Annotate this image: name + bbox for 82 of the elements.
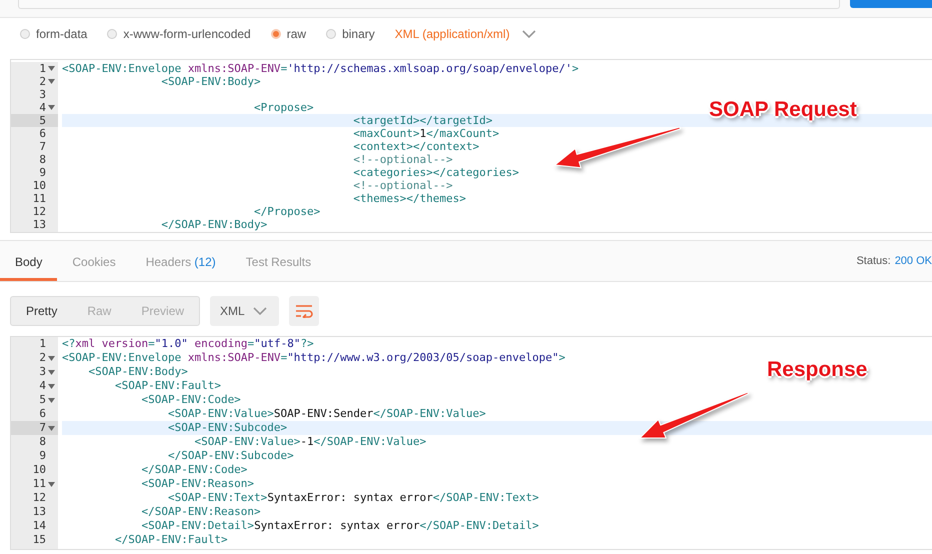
code-line: <themes></themes>	[352, 192, 466, 205]
line-number: 5	[39, 393, 46, 407]
radio-option[interactable]: binary	[326, 27, 375, 41]
line-number: 11	[32, 192, 46, 205]
line-number: 9	[39, 449, 46, 463]
line-number: 7	[39, 421, 46, 435]
view-mode-button[interactable]: Pretty	[11, 297, 72, 325]
line-number: 12	[32, 205, 46, 218]
line-number: 13	[32, 505, 46, 519]
format-dropdown[interactable]: XML	[210, 296, 279, 326]
code-line: <!--optional-->	[352, 153, 453, 166]
code-line: <context></context>	[352, 140, 480, 153]
code-line: <SOAP-ENV:Text>SyntaxError: syntax error</SOAP-ENV:Text>	[166, 491, 539, 505]
code-line: <categories></categories>	[352, 166, 519, 179]
response-editor[interactable]	[10, 336, 932, 550]
code-line: </SOAP-ENV:Code>	[140, 463, 248, 477]
annotation-label: SOAP Request	[709, 98, 857, 122]
code-line: <maxCount>1</maxCount>	[352, 127, 500, 140]
code-line: </Propose>	[253, 205, 320, 218]
code-line: <SOAP-ENV:Reason>	[140, 477, 254, 491]
code-line: </SOAP-ENV:Body>	[160, 218, 268, 231]
radio-option[interactable]: raw	[270, 27, 306, 41]
chevron-icon	[522, 30, 536, 38]
fold-caret-icon	[48, 356, 54, 360]
annotation-label: Response	[767, 358, 868, 382]
fold-caret-icon	[48, 426, 54, 430]
chevron-icon	[252, 307, 267, 315]
line-number: 12	[32, 491, 46, 505]
code-line: <SOAP-ENV:Fault>	[114, 379, 221, 393]
code-line: <SOAP-ENV:Envelope xmlns:SOAP-ENV="http://www.w3.org/2003/05/soap-envelope">	[62, 351, 566, 365]
line-number: 7	[39, 140, 46, 153]
line-number: 8	[39, 435, 46, 449]
line-number: 6	[39, 127, 46, 140]
code-line: <SOAP-ENV:Body>	[87, 365, 188, 379]
radio-option[interactable]: form-data	[20, 27, 88, 41]
code-line: <SOAP-ENV:Code>	[140, 393, 241, 407]
fold-caret-icon	[48, 370, 54, 374]
line-number: 3	[39, 88, 46, 101]
line-number: 1	[39, 62, 46, 75]
code-line: <SOAP-ENV:Subcode>	[166, 421, 288, 435]
line-number: 11	[32, 477, 46, 491]
fold-caret-icon	[48, 384, 54, 388]
code-line: <SOAP-ENV:Value>-1</SOAP-ENV:Value>	[193, 435, 426, 449]
code-line: </SOAP-ENV:Fault>	[114, 533, 228, 547]
line-number: 5	[39, 114, 46, 127]
line-number: 9	[39, 166, 46, 179]
code-line: <?xml version="1.0" encoding="utf-8"?>	[62, 337, 314, 351]
fold-caret-icon	[48, 482, 54, 486]
line-number: 1	[39, 337, 46, 351]
code-line: <SOAP-ENV:Envelope xmlns:SOAP-ENV='http://schemas.xmlsoap.org/soap/envelope/'>	[62, 62, 579, 75]
line-number: 10	[32, 463, 46, 477]
code-line: <SOAP-ENV:Body>	[160, 75, 261, 88]
radio-option[interactable]: x-www-form-urlencoded	[107, 27, 251, 41]
code-line: <targetId></targetId>	[352, 114, 492, 127]
line-number: 14	[32, 519, 46, 533]
line-number: 2	[39, 351, 46, 365]
fold-caret-icon	[48, 66, 54, 71]
response-tab[interactable]: Body	[0, 255, 58, 281]
line-number: 4	[39, 101, 46, 114]
request-editor[interactable]	[10, 59, 932, 233]
code-line: </SOAP-ENV:Reason>	[140, 505, 261, 519]
line-number: 15	[32, 533, 46, 547]
fold-caret-icon	[48, 398, 54, 402]
line-number: 8	[39, 153, 46, 166]
line-number: 13	[32, 218, 46, 231]
code-line: <SOAP-ENV:Value>SOAP-ENV:Sender</SOAP-ENV:Value>	[166, 407, 486, 421]
line-number: 10	[32, 179, 46, 192]
fold-caret-icon	[48, 105, 54, 110]
code-line: <!--optional-->	[352, 179, 453, 192]
response-tab[interactable]: Headers (12)	[130, 255, 231, 281]
code-line: </SOAP-ENV:Subcode>	[166, 449, 294, 463]
wrap-button[interactable]	[288, 296, 319, 326]
fold-caret-icon	[48, 79, 54, 84]
line-number: 6	[39, 407, 46, 421]
status-value: 200 OK	[894, 255, 932, 267]
code-line: <Propose>	[253, 101, 314, 114]
line-number: 3	[39, 365, 46, 379]
line-number: 2	[39, 75, 46, 88]
status-label: Status:	[856, 255, 891, 267]
wrap-icon	[294, 304, 313, 318]
line-number: 4	[39, 379, 46, 393]
code-line: <SOAP-ENV:Detail>SyntaxError: syntax error</SOAP-ENV:Detail>	[140, 519, 539, 533]
